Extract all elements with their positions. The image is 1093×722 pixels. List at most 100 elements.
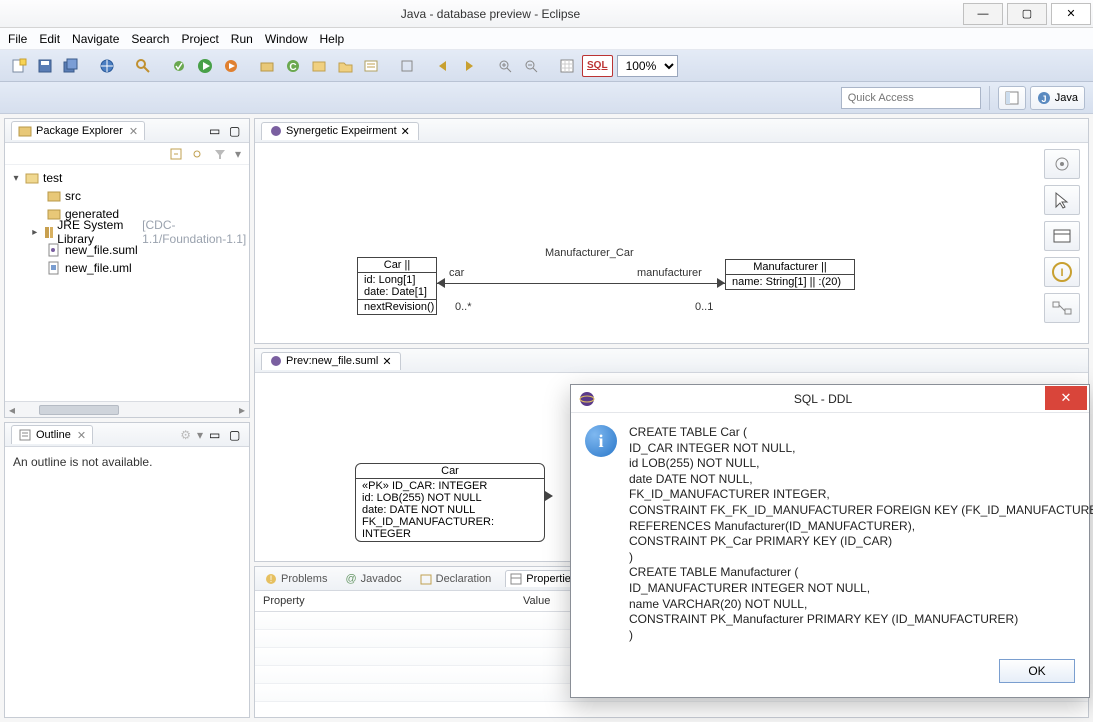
editor-tab-preview[interactable]: Prev:new_file.suml ✕ xyxy=(261,352,401,370)
menu-project[interactable]: Project xyxy=(181,32,218,46)
dialog-close-button[interactable]: ✕ xyxy=(1045,386,1087,410)
open-folder-button[interactable] xyxy=(334,55,356,77)
window-maximize-button[interactable]: ▢ xyxy=(1007,3,1047,25)
new-class-button[interactable]: C xyxy=(282,55,304,77)
horizontal-scrollbar[interactable]: ◂ ▸ xyxy=(5,401,249,417)
tab-declaration[interactable]: Declaration xyxy=(416,571,496,587)
uml-class-car[interactable]: Car || id: Long[1] date: Date[1] nextRev… xyxy=(357,257,437,315)
outline-tab[interactable]: Outline ✕ xyxy=(11,425,93,444)
twisty-icon[interactable]: ▸ xyxy=(31,227,39,238)
eclipse-icon xyxy=(579,391,595,407)
tab-label: Properties xyxy=(526,573,576,585)
filter-icon[interactable] xyxy=(213,147,227,161)
tree-project[interactable]: ▾ test xyxy=(7,169,247,187)
palette-class-tool[interactable] xyxy=(1044,221,1080,251)
menu-bar: File Edit Navigate Search Project Run Wi… xyxy=(0,28,1093,50)
save-button[interactable] xyxy=(34,55,56,77)
package-explorer-tab[interactable]: Package Explorer ✕ xyxy=(11,121,145,140)
tab-javadoc[interactable]: @ Javadoc xyxy=(341,571,405,587)
sql-button[interactable]: SQL xyxy=(582,55,613,77)
main-toolbar: C SQL 100% xyxy=(0,50,1093,82)
java-icon: J xyxy=(1037,91,1051,105)
menu-edit[interactable]: Edit xyxy=(39,32,60,46)
zoom-select[interactable]: 100% xyxy=(617,55,678,77)
library-icon xyxy=(43,225,54,239)
debug-button[interactable] xyxy=(168,55,190,77)
menu-run[interactable]: Run xyxy=(231,32,253,46)
tree-item-src[interactable]: src xyxy=(7,187,247,205)
close-icon[interactable]: ✕ xyxy=(77,429,86,442)
dialog-title: SQL - DDL xyxy=(601,392,1045,406)
palette-association-tool[interactable] xyxy=(1044,293,1080,323)
maximize-view-icon[interactable]: ▢ xyxy=(229,428,243,442)
file-icon xyxy=(47,243,61,257)
zoom-in-icon[interactable] xyxy=(494,55,516,77)
close-icon[interactable]: ✕ xyxy=(129,125,138,138)
palette-gear-icon[interactable] xyxy=(1044,149,1080,179)
toggle-icon[interactable] xyxy=(396,55,418,77)
run-button[interactable] xyxy=(194,55,216,77)
java-perspective-button[interactable]: J Java xyxy=(1030,86,1085,110)
close-icon[interactable]: ✕ xyxy=(382,355,391,368)
palette-select-tool[interactable] xyxy=(1044,185,1080,215)
palette: I xyxy=(1042,149,1082,323)
menu-navigate[interactable]: Navigate xyxy=(72,32,119,46)
twisty-icon[interactable]: ▾ xyxy=(11,173,21,184)
globe-icon[interactable] xyxy=(96,55,118,77)
zoom-out-icon[interactable] xyxy=(520,55,542,77)
grid-icon[interactable] xyxy=(556,55,578,77)
uml-attr: name: String[1] || :(20) xyxy=(732,276,848,288)
palette-interface-tool[interactable]: I xyxy=(1044,257,1080,287)
open-perspective-button[interactable] xyxy=(998,86,1026,110)
folder-icon xyxy=(47,189,61,203)
open-type-button[interactable] xyxy=(308,55,330,77)
uml-association-line[interactable] xyxy=(437,283,725,284)
tree-suffix: [CDC-1.1/Foundation-1.1] xyxy=(142,218,247,246)
editor-tab-synergetic[interactable]: Synergetic Expeirment ✕ xyxy=(261,122,419,140)
tab-problems[interactable]: ! Problems xyxy=(261,571,331,587)
menu-help[interactable]: Help xyxy=(320,32,345,46)
outline-options-icon[interactable]: ⚙ xyxy=(180,428,191,442)
diagram-canvas[interactable]: Car || id: Long[1] date: Date[1] nextRev… xyxy=(255,143,1088,341)
tree-item-jre[interactable]: ▸ JRE System Library [CDC-1.1/Foundation… xyxy=(7,223,247,241)
ok-button[interactable]: OK xyxy=(999,659,1075,683)
uml-class-manufacturer[interactable]: Manufacturer || name: String[1] || :(20) xyxy=(725,259,855,290)
menu-file[interactable]: File xyxy=(8,32,27,46)
view-menu-icon[interactable]: ▾ xyxy=(197,428,203,442)
tree-label: new_file.suml xyxy=(65,243,138,257)
close-icon[interactable]: ✕ xyxy=(401,125,410,138)
search-icon[interactable] xyxy=(132,55,154,77)
quick-access-bar: J Java xyxy=(0,82,1093,114)
properties-col-value: Value xyxy=(515,591,558,611)
menu-window[interactable]: Window xyxy=(265,32,308,46)
view-menu-icon[interactable]: ▾ xyxy=(235,147,241,161)
forward-nav-button[interactable] xyxy=(458,55,480,77)
arrow-left-icon xyxy=(437,278,445,288)
tree-item-uml[interactable]: new_file.uml xyxy=(7,259,247,277)
open-task-button[interactable] xyxy=(360,55,382,77)
quick-access-input[interactable] xyxy=(841,87,981,109)
new-package-button[interactable] xyxy=(256,55,278,77)
properties-icon xyxy=(510,573,522,585)
arrow-right-icon xyxy=(545,491,553,501)
preview-table-car[interactable]: Car «PK» ID_CAR: INTEGER id: LOB(255) NO… xyxy=(355,463,545,542)
preview-col: id: LOB(255) NOT NULL xyxy=(362,492,538,504)
menu-search[interactable]: Search xyxy=(131,32,169,46)
editor-tab-label: Synergetic Expeirment xyxy=(286,125,397,137)
link-editor-icon[interactable] xyxy=(191,147,205,161)
file-icon xyxy=(47,261,61,275)
window-close-button[interactable]: ✕ xyxy=(1051,3,1091,25)
association-role-left: car xyxy=(449,267,464,279)
run-last-button[interactable] xyxy=(220,55,242,77)
new-button[interactable] xyxy=(8,55,30,77)
association-role-right: manufacturer xyxy=(637,267,702,279)
save-all-button[interactable] xyxy=(60,55,82,77)
svg-text:C: C xyxy=(289,62,296,73)
maximize-view-icon[interactable]: ▢ xyxy=(229,124,243,138)
collapse-all-icon[interactable] xyxy=(169,147,183,161)
minimize-view-icon[interactable]: ▭ xyxy=(209,428,223,442)
back-nav-button[interactable] xyxy=(432,55,454,77)
window-minimize-button[interactable]: — xyxy=(963,3,1003,25)
problems-icon: ! xyxy=(265,573,277,585)
minimize-view-icon[interactable]: ▭ xyxy=(209,124,223,138)
